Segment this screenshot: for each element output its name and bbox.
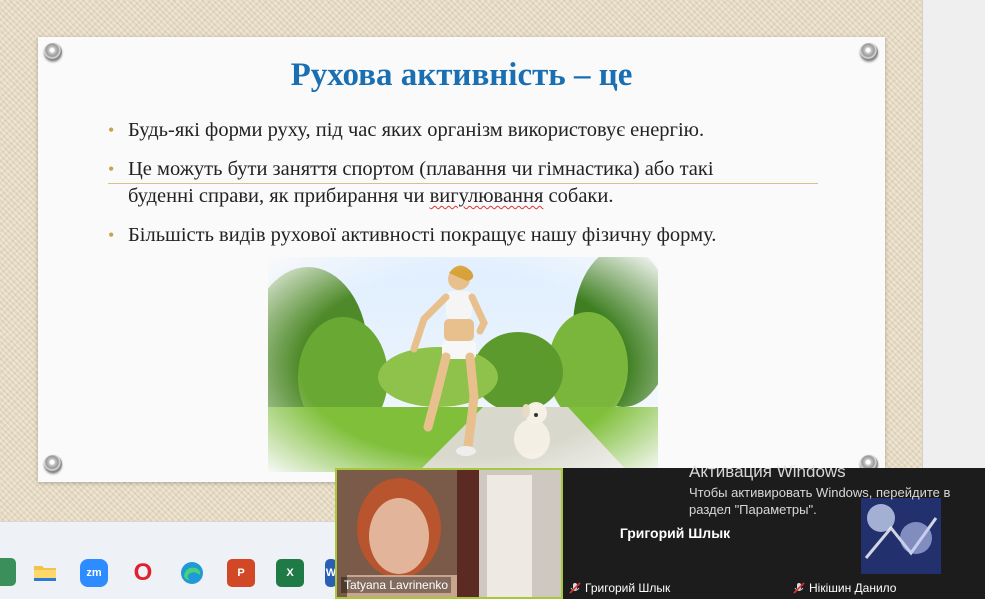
participant-name: Нікішин Данило xyxy=(809,581,897,595)
bullet-item: • Більшість видів рухової активності пок… xyxy=(108,222,808,249)
activation-title: Активация Windows xyxy=(689,462,846,481)
bullet-item: • Будь-які форми руху, під час яких орга… xyxy=(108,117,808,144)
mic-muted-icon xyxy=(793,582,805,594)
powerpoint-icon[interactable]: P xyxy=(227,559,255,587)
participant-name-label: Tatyana Lavrinenko xyxy=(341,577,452,593)
bullet-dot-icon: • xyxy=(108,120,115,140)
bullet-text: Будь-які форми руху, під час яких органі… xyxy=(128,119,705,141)
participant-name: Григорий Шлык xyxy=(585,581,671,595)
participant-name-label: Григорий Шлык xyxy=(569,581,670,595)
runner-with-dog-photo xyxy=(268,257,658,472)
bullet-list: • Будь-які форми руху, під час яких орга… xyxy=(108,117,808,261)
bullet-text-line2c: собаки. xyxy=(543,185,614,207)
bullet-item: • Це можуть бути заняття спортом (плаван… xyxy=(108,156,808,210)
bullet-text: Більшість видів рухової активності покра… xyxy=(128,224,717,246)
bullet-dot-icon: • xyxy=(108,159,115,179)
spellcheck-word: вигулювання xyxy=(429,185,544,207)
file-explorer-icon[interactable] xyxy=(31,559,59,587)
participant-name: Tatyana Lavrinenko xyxy=(344,578,449,592)
activation-line2: раздел "Параметры". xyxy=(689,502,817,517)
mic-muted-icon xyxy=(569,582,581,594)
presentation-stage: Рухова активність – це • Будь-які форми … xyxy=(0,0,922,521)
slide-title: Рухова активність – це xyxy=(290,57,633,93)
edge-icon[interactable] xyxy=(178,559,206,587)
video-tile-active[interactable]: Tatyana Lavrinenko xyxy=(335,468,563,599)
start-partial-icon[interactable] xyxy=(0,558,16,586)
activation-line1: Чтобы активировать Windows, перейдите в xyxy=(689,485,951,500)
opera-icon[interactable]: O xyxy=(129,559,157,587)
windows-activation-watermark: Активация Windows Чтобы активировать Win… xyxy=(689,462,950,517)
participant-name-label: Нікішин Данило xyxy=(793,581,896,595)
excel-icon[interactable]: X xyxy=(276,559,304,587)
pin-icon xyxy=(44,455,62,473)
bullet-text-line1: Це можуть бути заняття спортом (плавання… xyxy=(128,158,714,180)
zoom-icon[interactable]: zm xyxy=(80,559,108,587)
participant-center-name: Григорий Шлык xyxy=(619,525,731,541)
bullet-text-line2a: буденні справи, як прибирання чи xyxy=(128,185,430,207)
slide: Рухова активність – це • Будь-які форми … xyxy=(38,37,885,482)
bullet-dot-icon: • xyxy=(108,225,115,245)
window-gutter xyxy=(922,0,985,470)
